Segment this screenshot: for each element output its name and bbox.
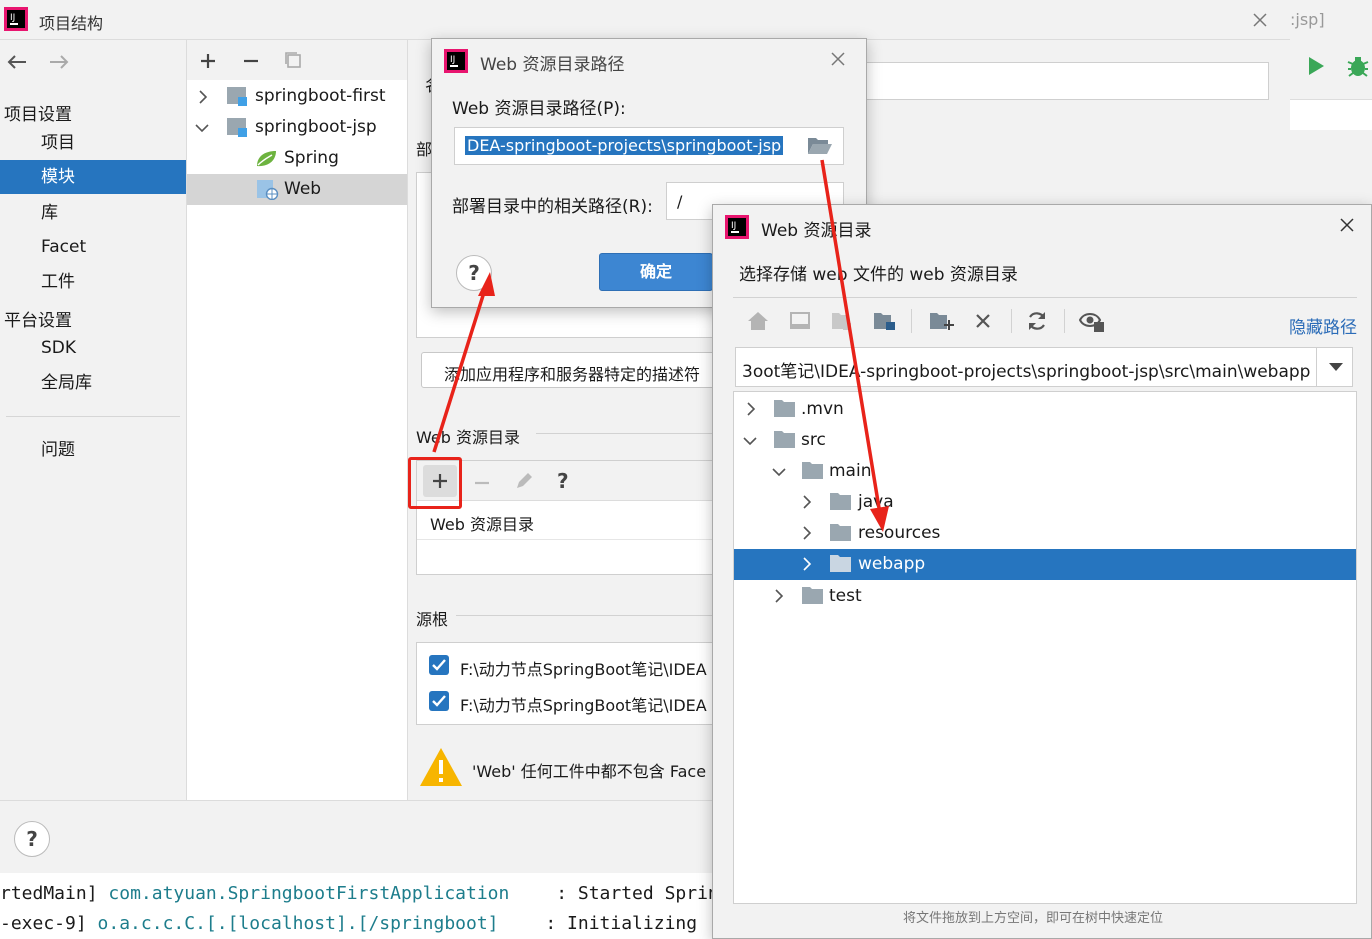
annotation-arrow-add-to-help xyxy=(432,272,495,453)
annotation-arrow-path-to-webapp xyxy=(820,159,889,532)
annotation-arrows xyxy=(432,159,889,532)
